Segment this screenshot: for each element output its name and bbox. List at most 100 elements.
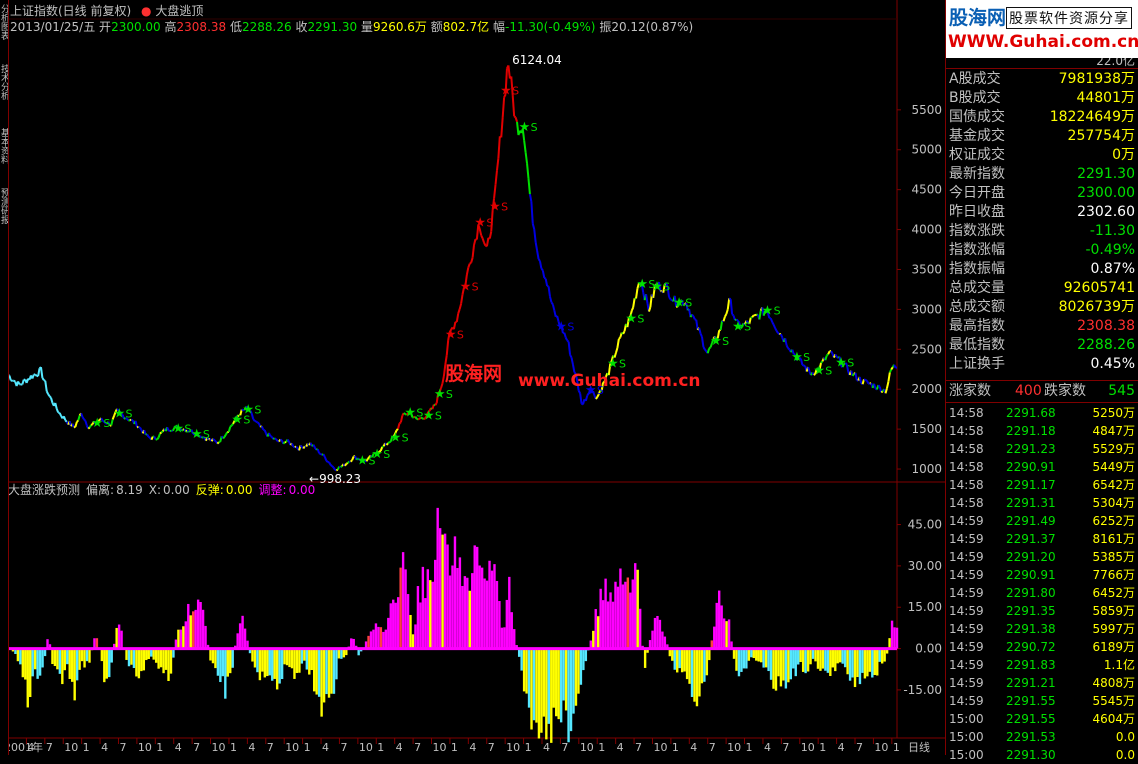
price-line-segment	[619, 337, 620, 339]
price-line-segment	[494, 185, 495, 198]
tick-row: 15:002291.300.0	[949, 746, 1137, 764]
signal-star: ★	[625, 311, 637, 326]
signal-star: ★	[434, 387, 446, 402]
tick-vol: 6452万	[1092, 584, 1135, 602]
close-label: 收	[295, 20, 307, 34]
x-tick-label: 1	[598, 741, 605, 754]
x-tick-label: 4	[764, 741, 771, 754]
price-line-segment	[566, 338, 567, 341]
x-tick-label: 10	[433, 741, 447, 754]
price-line-segment	[788, 348, 789, 349]
tab-fundamental[interactable]: 基本资料	[0, 128, 8, 182]
x-tick-label: 10	[801, 741, 815, 754]
tick-time: 14:58	[949, 476, 984, 494]
x-tick-label: 10	[580, 741, 594, 754]
price-line-segment	[503, 97, 504, 117]
x-tick-label: 7	[119, 741, 126, 754]
up-count-label: 涨家数	[949, 382, 991, 401]
price-line-segment	[470, 263, 471, 264]
signal-s: S	[486, 217, 493, 230]
tick-row: 14:592291.355859万	[949, 602, 1137, 620]
price-line-segment	[468, 264, 469, 268]
price-line-segment	[401, 416, 402, 423]
signal-star: ★	[813, 363, 825, 378]
price-line-segment	[726, 309, 727, 314]
price-line-segment	[699, 328, 700, 334]
tick-time: 14:59	[949, 656, 984, 674]
price-line-segment	[217, 442, 218, 443]
high-value: 2308.38	[177, 20, 227, 34]
tick-row: 14:592291.806452万	[949, 584, 1137, 602]
x-tick-label: 1	[83, 741, 90, 754]
tick-price: 2291.80	[1006, 584, 1056, 602]
price-line-segment	[41, 367, 42, 378]
x-tick-label: 10	[64, 741, 78, 754]
price-line-segment	[550, 297, 551, 303]
price-line-segment	[288, 440, 289, 442]
price-line-segment	[81, 413, 82, 417]
sub-header-rebound-label: 反弹:	[196, 483, 224, 497]
price-line-segment	[808, 367, 809, 372]
price-line-segment	[775, 328, 776, 331]
tick-time: 15:00	[949, 728, 984, 746]
tab-forecast[interactable]: 预测研报	[0, 188, 8, 242]
price-line-segment	[617, 339, 618, 348]
tab-chart[interactable]: 分析图表	[0, 4, 8, 48]
low-value: 2288.26	[242, 20, 292, 34]
stat-label: 最高指数	[949, 317, 1005, 336]
signal-star: ★	[460, 279, 472, 294]
chart-canvas[interactable]: 1000150020002500300035004000450050005500…	[0, 0, 945, 755]
y-tick-label: 2500	[911, 342, 942, 356]
price-line-segment	[759, 311, 760, 320]
price-line-segment	[60, 413, 61, 416]
price-line-segment	[265, 430, 266, 433]
tick-row: 14:582291.235529万	[949, 440, 1137, 458]
sub-header-deviation-label: 偏离:	[86, 482, 114, 497]
tick-vol: 6252万	[1092, 512, 1135, 530]
tab-tech[interactable]: 技术分析	[0, 64, 8, 118]
tick-price: 2291.18	[1006, 422, 1056, 440]
price-line-segment	[553, 304, 554, 310]
tick-row: 15:002291.530.0	[949, 728, 1137, 746]
price-line-segment	[890, 369, 891, 372]
price-line-segment	[777, 331, 778, 333]
signal-star: ★	[172, 422, 184, 437]
price-line-segment	[569, 342, 570, 355]
price-line-segment	[887, 382, 888, 388]
tick-price: 2291.30	[1006, 746, 1056, 764]
stat-value: 2308.38	[1077, 317, 1135, 336]
price-line-segment	[280, 440, 281, 441]
price-line-segment	[570, 355, 571, 358]
price-line-segment	[51, 398, 52, 403]
price-line-segment	[724, 317, 725, 322]
stat-row: 总成交量92605741	[949, 279, 1137, 298]
signal-star: ★	[357, 454, 369, 469]
price-line-segment	[42, 378, 43, 380]
price-line-segment	[669, 297, 670, 299]
price-line-segment	[633, 298, 634, 307]
price-line-segment	[225, 434, 226, 436]
stat-label: 总成交额	[949, 298, 1005, 317]
signal-s: S	[501, 201, 508, 214]
price-line-segment	[83, 417, 84, 419]
watermark-cn: 股海网	[445, 362, 502, 385]
price-line-segment	[524, 141, 525, 153]
price-line-segment	[333, 467, 334, 469]
price-line-segment	[802, 365, 803, 366]
tick-row: 14:592291.555545万	[949, 692, 1137, 710]
price-line-segment	[325, 457, 326, 461]
signal-s: S	[512, 84, 519, 97]
price-line-segment	[536, 242, 537, 250]
price-line-segment	[45, 381, 46, 391]
price-line-segment	[490, 232, 491, 239]
sub-y-tick-label: 0.00	[915, 642, 942, 656]
signal-star: ★	[519, 120, 531, 135]
tick-vol: 5250万	[1092, 404, 1135, 422]
x-tick-label: 1	[525, 741, 532, 754]
tick-time: 14:58	[949, 422, 984, 440]
signal-star: ★	[710, 334, 722, 349]
tick-vol: 5449万	[1092, 458, 1135, 476]
stat-row: 最高指数 2308.38	[949, 317, 1137, 336]
price-line-segment	[345, 464, 346, 466]
price-line-segment	[487, 238, 488, 246]
